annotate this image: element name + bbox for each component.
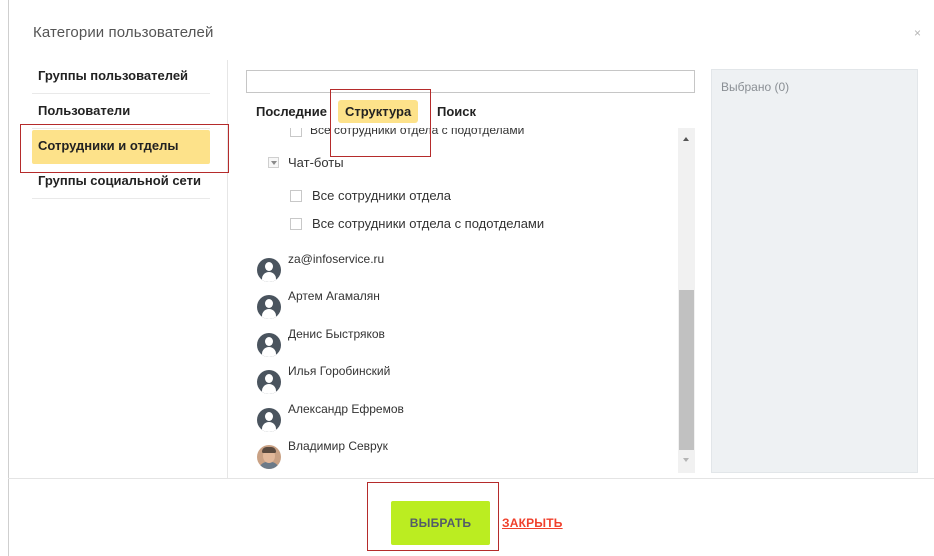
selected-panel: Выбрано (0)	[711, 69, 918, 473]
user-avatar-icon	[257, 408, 281, 432]
scroll-down-arrow-icon[interactable]	[683, 458, 689, 462]
option-label: Все сотрудники отдела	[312, 188, 451, 203]
user-name: Денис Быстряков	[288, 327, 385, 341]
user-avatar-icon	[257, 258, 281, 282]
option-label: Все сотрудники отдела с подотделами	[312, 216, 545, 231]
user-name: Артем Агамалян	[288, 289, 380, 303]
category-employees-departments[interactable]: Сотрудники и отделы	[32, 130, 210, 164]
checkbox[interactable]	[290, 217, 302, 230]
scroll-up-arrow-icon[interactable]	[683, 137, 689, 141]
checkbox[interactable]	[290, 189, 302, 202]
structure-tree: Все сотрудники отдела с подотделами Чат-…	[246, 128, 678, 473]
list-item-user[interactable]: Александр Ефремов	[257, 402, 557, 436]
tab-recent[interactable]: Последние	[256, 104, 327, 119]
close-icon[interactable]: ×	[914, 27, 921, 39]
tree-scrollbar[interactable]	[678, 128, 695, 473]
user-name: Илья Горобинский	[288, 364, 391, 378]
selected-count: Выбрано (0)	[721, 80, 790, 94]
scrollbar-thumb[interactable]	[679, 290, 694, 450]
tree-option-all-with-subdepartments[interactable]: Все сотрудники отдела с подотделами	[290, 216, 544, 231]
select-button[interactable]: ВЫБРАТЬ	[391, 501, 490, 545]
list-item-user[interactable]: Владимир Севрук	[257, 439, 557, 473]
user-photo-icon	[257, 445, 281, 469]
department-name: Чат-боты	[288, 155, 344, 170]
user-avatar-icon	[257, 333, 281, 357]
search-input[interactable]	[246, 70, 695, 93]
tree-option-cut-off[interactable]: Все сотрудники отдела с подотделами	[310, 128, 524, 137]
user-name: Владимир Севрук	[288, 439, 388, 453]
footer-divider	[8, 478, 934, 479]
user-avatar-icon	[257, 295, 281, 319]
tab-search[interactable]: Поиск	[437, 104, 476, 119]
list-item-user[interactable]: Илья Горобинский	[257, 364, 557, 398]
category-user-groups[interactable]: Группы пользователей	[32, 60, 210, 94]
checkbox[interactable]	[290, 128, 302, 137]
category-social-groups[interactable]: Группы социальной сети	[32, 165, 210, 199]
user-name: za@infoservice.ru	[288, 252, 385, 266]
chevron-down-icon[interactable]	[268, 157, 279, 168]
list-item-user[interactable]: Артем Агамалян	[257, 289, 557, 323]
user-name: Александр Ефремов	[288, 402, 404, 416]
tree-department[interactable]: Чат-боты	[268, 155, 344, 170]
tab-structure[interactable]: Структура	[338, 100, 419, 123]
window-edge	[8, 0, 9, 556]
list-item-user[interactable]: za@infoservice.ru	[257, 252, 557, 286]
category-users[interactable]: Пользователи	[32, 95, 210, 129]
user-avatar-icon	[257, 370, 281, 394]
category-list: Группы пользователей Пользователи Сотруд…	[28, 60, 228, 478]
close-link[interactable]: ЗАКРЫТЬ	[502, 516, 563, 530]
tree-option-all-employees[interactable]: Все сотрудники отдела	[290, 188, 451, 203]
dialog-title: Категории пользователей	[33, 24, 214, 41]
list-item-user[interactable]: Денис Быстряков	[257, 327, 557, 361]
